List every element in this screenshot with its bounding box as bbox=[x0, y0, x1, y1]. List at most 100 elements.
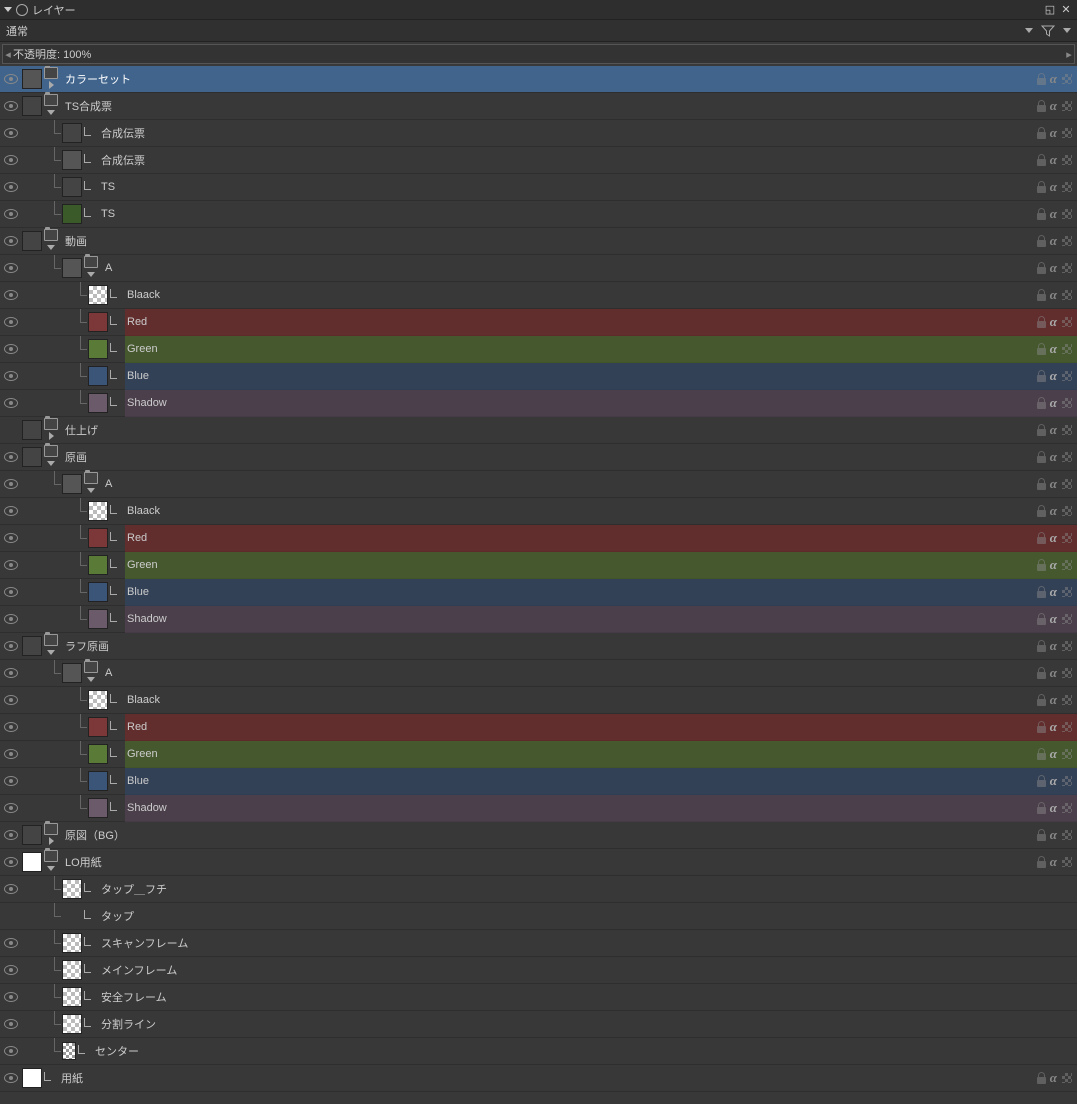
layer-thumbnail[interactable] bbox=[62, 1042, 76, 1060]
alpha-icon[interactable]: α bbox=[1050, 503, 1057, 519]
visibility-toggle[interactable] bbox=[0, 147, 22, 174]
layer-row[interactable]: 仕上げα bbox=[0, 417, 1077, 444]
visibility-toggle[interactable] bbox=[0, 363, 22, 390]
layer-row[interactable]: スキャンフレーム bbox=[0, 930, 1077, 957]
layer-thumbnail[interactable] bbox=[88, 339, 108, 359]
layer-thumbnail[interactable] bbox=[88, 717, 108, 737]
visibility-toggle[interactable] bbox=[0, 768, 22, 795]
layer-name[interactable]: 動画 bbox=[63, 228, 1021, 255]
layer-row[interactable]: Redα bbox=[0, 309, 1077, 336]
pixel-lock-icon[interactable] bbox=[1060, 180, 1074, 194]
layer-name[interactable]: Shadow bbox=[125, 606, 1021, 633]
alpha-icon[interactable]: α bbox=[1050, 719, 1057, 735]
alpha-icon[interactable]: α bbox=[1050, 854, 1057, 870]
pixel-lock-icon[interactable] bbox=[1060, 234, 1074, 248]
layer-name[interactable]: Green bbox=[125, 552, 1021, 579]
layer-row[interactable]: センター bbox=[0, 1038, 1077, 1065]
pixel-lock-icon[interactable] bbox=[1060, 666, 1074, 680]
layer-name[interactable]: Blue bbox=[125, 579, 1021, 606]
layer-row[interactable]: Aα bbox=[0, 660, 1077, 687]
layer-thumbnail[interactable] bbox=[88, 501, 108, 521]
layer-thumbnail[interactable] bbox=[22, 69, 42, 89]
visibility-toggle[interactable] bbox=[0, 471, 22, 498]
layer-thumbnail[interactable] bbox=[62, 879, 82, 899]
lock-icon[interactable] bbox=[1036, 451, 1047, 463]
layer-name[interactable]: スキャンフレーム bbox=[99, 930, 1021, 957]
filter-icon[interactable] bbox=[1039, 23, 1057, 39]
layer-thumbnail[interactable] bbox=[22, 1068, 42, 1088]
pixel-lock-icon[interactable] bbox=[1060, 342, 1074, 356]
layer-name[interactable]: タップ bbox=[99, 903, 1021, 930]
lock-icon[interactable] bbox=[1036, 343, 1047, 355]
visibility-toggle[interactable] bbox=[0, 120, 22, 147]
visibility-toggle[interactable] bbox=[0, 903, 22, 930]
lock-icon[interactable] bbox=[1036, 424, 1047, 436]
pixel-lock-icon[interactable] bbox=[1060, 774, 1074, 788]
expand-toggle[interactable] bbox=[45, 241, 57, 253]
layer-name[interactable]: カラーセット bbox=[63, 66, 1021, 93]
alpha-icon[interactable]: α bbox=[1050, 1070, 1057, 1086]
visibility-toggle[interactable] bbox=[0, 336, 22, 363]
layer-name[interactable]: 仕上げ bbox=[63, 417, 1021, 444]
visibility-toggle[interactable] bbox=[0, 876, 22, 903]
collapse-icon[interactable] bbox=[4, 7, 12, 12]
layer-name[interactable]: ラフ原画 bbox=[63, 633, 1021, 660]
lock-icon[interactable] bbox=[1036, 613, 1047, 625]
layer-thumbnail[interactable] bbox=[62, 258, 82, 278]
layer-row[interactable]: 安全フレーム bbox=[0, 984, 1077, 1011]
pixel-lock-icon[interactable] bbox=[1060, 558, 1074, 572]
layer-row[interactable]: Shadowα bbox=[0, 606, 1077, 633]
lock-icon[interactable] bbox=[1036, 559, 1047, 571]
lock-icon[interactable] bbox=[1036, 100, 1047, 112]
layer-thumbnail[interactable] bbox=[88, 690, 108, 710]
visibility-toggle[interactable] bbox=[0, 390, 22, 417]
alpha-icon[interactable]: α bbox=[1050, 341, 1057, 357]
lock-icon[interactable] bbox=[1036, 505, 1047, 517]
layer-name[interactable]: A bbox=[103, 660, 1021, 687]
alpha-icon[interactable]: α bbox=[1050, 152, 1057, 168]
alpha-icon[interactable]: α bbox=[1050, 692, 1057, 708]
lock-icon[interactable] bbox=[1036, 316, 1047, 328]
layer-row[interactable]: LO用紙 α bbox=[0, 849, 1077, 876]
visibility-toggle[interactable] bbox=[0, 822, 22, 849]
visibility-toggle[interactable] bbox=[0, 930, 22, 957]
alpha-icon[interactable]: α bbox=[1050, 827, 1057, 843]
layer-thumbnail[interactable] bbox=[88, 528, 108, 548]
pixel-lock-icon[interactable] bbox=[1060, 207, 1074, 221]
visibility-toggle[interactable] bbox=[0, 309, 22, 336]
pixel-lock-icon[interactable] bbox=[1060, 612, 1074, 626]
lock-icon[interactable] bbox=[1036, 397, 1047, 409]
layer-thumbnail[interactable] bbox=[88, 366, 108, 386]
expand-toggle[interactable] bbox=[45, 430, 57, 442]
layer-row[interactable]: TSα bbox=[0, 174, 1077, 201]
layer-row[interactable]: タップ bbox=[0, 903, 1077, 930]
layer-thumbnail[interactable] bbox=[62, 474, 82, 494]
layer-row[interactable]: Aα bbox=[0, 471, 1077, 498]
visibility-toggle[interactable] bbox=[0, 201, 22, 228]
alpha-icon[interactable]: α bbox=[1050, 449, 1057, 465]
visibility-toggle[interactable] bbox=[0, 444, 22, 471]
lock-icon[interactable] bbox=[1036, 775, 1047, 787]
expand-toggle[interactable] bbox=[45, 646, 57, 658]
lock-icon[interactable] bbox=[1036, 748, 1047, 760]
alpha-icon[interactable]: α bbox=[1050, 584, 1057, 600]
layer-name[interactable]: 合成伝票 bbox=[99, 147, 1021, 174]
layer-name[interactable]: 安全フレーム bbox=[99, 984, 1021, 1011]
visibility-toggle[interactable] bbox=[0, 1011, 22, 1038]
opacity-increase-icon[interactable]: ▸ bbox=[1064, 48, 1074, 61]
layer-name[interactable]: Blue bbox=[125, 363, 1021, 390]
layer-name[interactable]: LO用紙 bbox=[63, 849, 1021, 876]
layer-thumbnail[interactable] bbox=[88, 798, 108, 818]
visibility-toggle[interactable] bbox=[0, 984, 22, 1011]
layer-row[interactable]: 合成伝票 α bbox=[0, 147, 1077, 174]
pixel-lock-icon[interactable] bbox=[1060, 423, 1074, 437]
alpha-icon[interactable]: α bbox=[1050, 71, 1057, 87]
layer-thumbnail[interactable] bbox=[88, 285, 108, 305]
visibility-toggle[interactable] bbox=[0, 255, 22, 282]
layer-row[interactable]: メインフレーム bbox=[0, 957, 1077, 984]
layer-thumbnail[interactable] bbox=[62, 933, 82, 953]
visibility-toggle[interactable] bbox=[0, 93, 22, 120]
layer-name[interactable]: 分割ライン bbox=[99, 1011, 1021, 1038]
alpha-icon[interactable]: α bbox=[1050, 665, 1057, 681]
layer-name[interactable]: タップ＿フチ bbox=[99, 876, 1021, 903]
